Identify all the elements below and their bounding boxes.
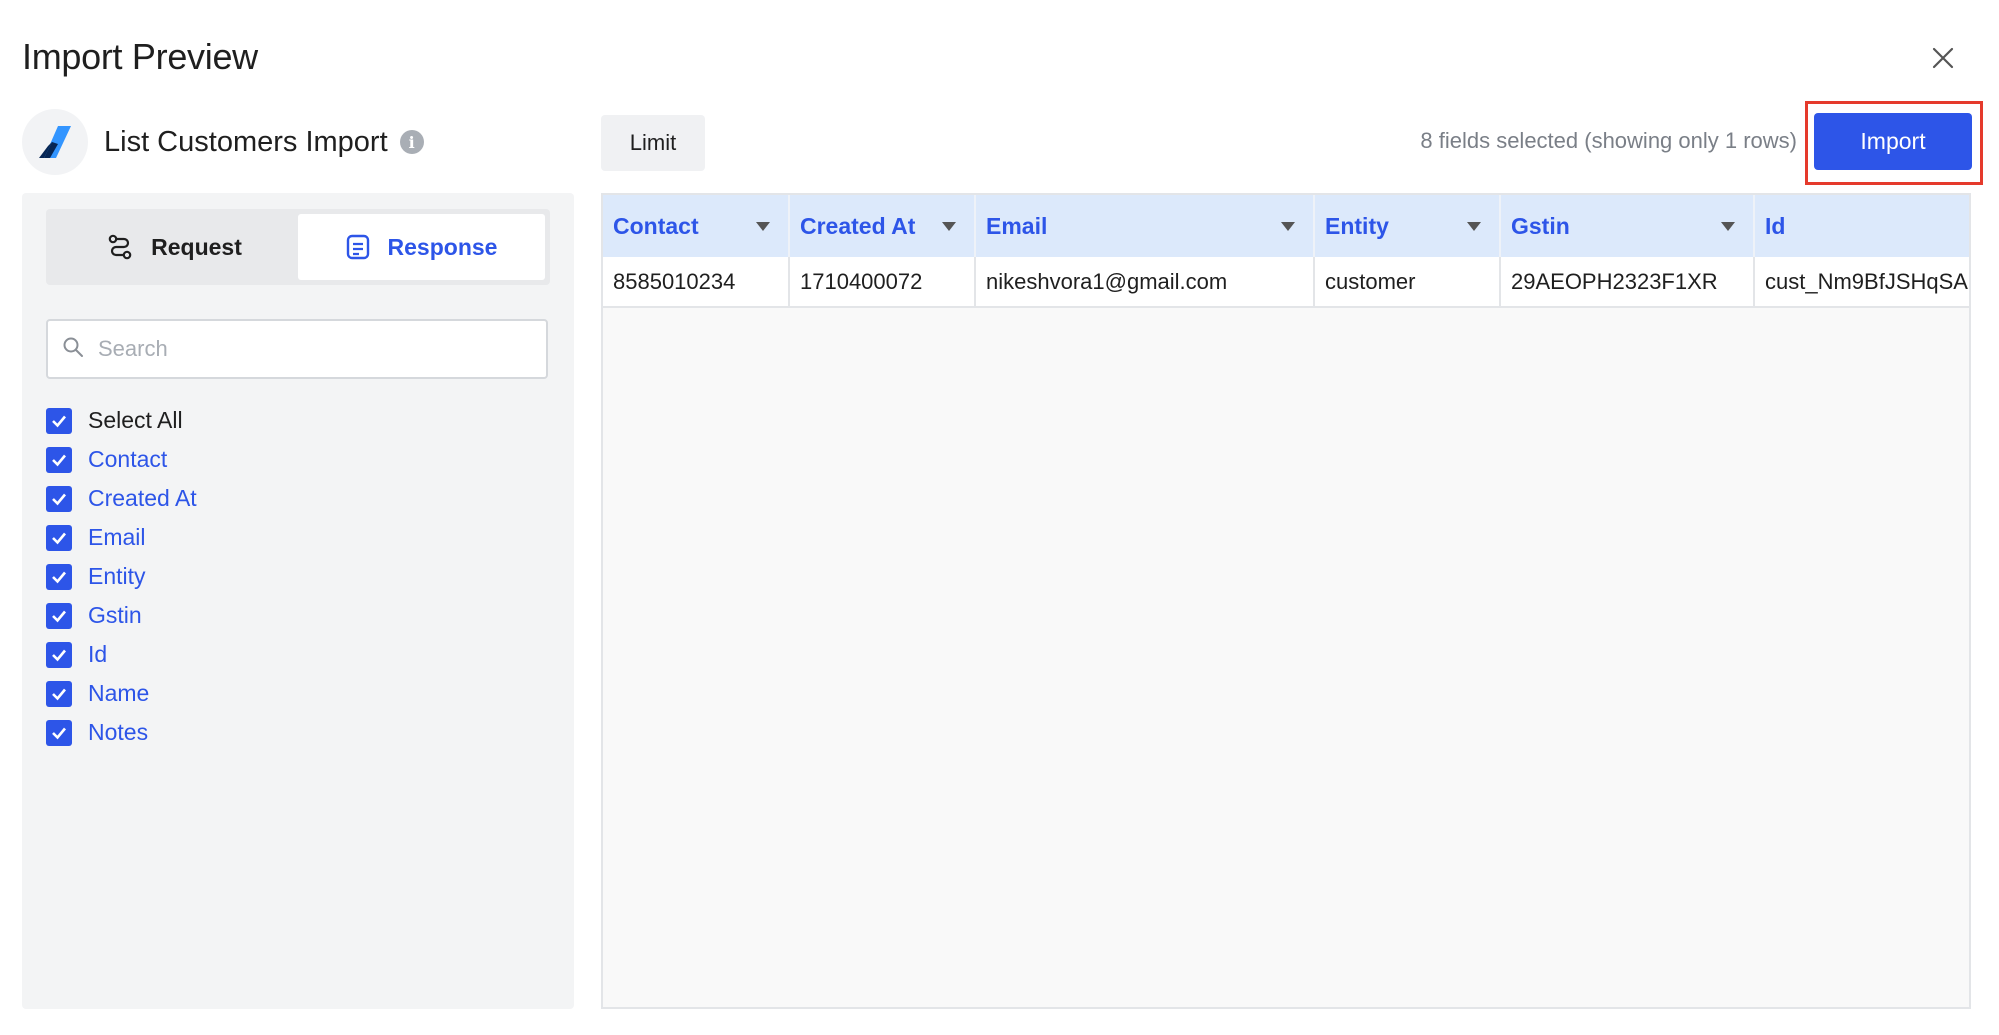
field-item-name[interactable]: Name [46, 674, 197, 713]
selection-info: 8 fields selected (showing only 1 rows) [1420, 128, 1797, 153]
tab-request[interactable]: Request [51, 214, 298, 280]
check-icon [52, 610, 66, 622]
preview-table: Contact Created At Email Entity Gstin Id… [603, 195, 1969, 308]
check-icon [52, 688, 66, 700]
document-icon [346, 234, 370, 260]
column-header-label: Contact [613, 212, 699, 239]
table-cell: customer [1314, 257, 1501, 308]
sort-caret-icon[interactable] [756, 221, 770, 231]
check-icon [52, 571, 66, 583]
search-icon [62, 336, 84, 363]
column-header-label: Id [1765, 212, 1786, 239]
source-name: List Customers Import [104, 125, 388, 158]
search-box [46, 319, 548, 379]
column-header-contact[interactable]: Contact [603, 195, 790, 257]
field-panel: Request Response Select All Contact Crea… [22, 193, 574, 1009]
field-item-email[interactable]: Email [46, 518, 197, 557]
column-header-gstin[interactable]: Gstin [1500, 195, 1755, 257]
check-icon [52, 532, 66, 544]
field-item-contact[interactable]: Contact [46, 440, 197, 479]
table-cell: cust_Nm9BfJSHqSA [1754, 257, 1969, 308]
field-label: Id [88, 641, 108, 667]
sort-caret-icon[interactable] [942, 221, 956, 231]
table-cell: 1710400072 [789, 257, 976, 308]
field-checkbox[interactable] [46, 446, 72, 473]
sort-caret-icon[interactable] [1281, 221, 1295, 231]
column-header-id[interactable]: Id [1754, 195, 1969, 257]
table-header-row: Contact Created At Email Entity Gstin Id [603, 195, 1969, 257]
close-icon [1932, 47, 1954, 69]
tab-response-label: Response [387, 233, 498, 260]
check-icon [52, 415, 66, 427]
field-item-gstin[interactable]: Gstin [46, 596, 197, 635]
dialog-title: Import Preview [22, 36, 258, 77]
check-icon [52, 454, 66, 466]
sort-caret-icon[interactable] [1721, 221, 1735, 231]
field-label: Gstin [88, 602, 142, 628]
column-header-label: Gstin [1511, 212, 1570, 239]
close-button[interactable] [1925, 40, 1961, 76]
tab-request-label: Request [151, 233, 242, 260]
column-header-label: Entity [1325, 212, 1389, 239]
search-input[interactable] [98, 336, 518, 362]
tab-response[interactable]: Response [298, 214, 545, 280]
field-label: Name [88, 680, 150, 706]
field-item-created-at[interactable]: Created At [46, 479, 197, 518]
field-checkbox[interactable] [46, 563, 72, 590]
field-list: Select All Contact Created At Email Enti… [46, 401, 197, 752]
route-icon [107, 234, 133, 260]
preview-table-container[interactable]: Contact Created At Email Entity Gstin Id… [601, 193, 1971, 1009]
field-label: Email [88, 524, 146, 550]
info-icon[interactable]: i [399, 130, 424, 154]
field-checkbox[interactable] [46, 680, 72, 707]
column-header-label: Created At [800, 212, 916, 239]
select-all-checkbox[interactable] [46, 407, 72, 434]
field-checkbox[interactable] [46, 719, 72, 746]
select-all-label: Select All [88, 407, 183, 433]
column-header-label: Email [986, 212, 1048, 239]
import-button[interactable]: Import [1814, 113, 1972, 170]
check-icon [52, 649, 66, 661]
table-cell: 29AEOPH2323F1XR [1500, 257, 1755, 308]
field-checkbox[interactable] [46, 641, 72, 668]
column-header-email[interactable]: Email [975, 195, 1315, 257]
field-checkbox[interactable] [46, 524, 72, 551]
field-item-notes[interactable]: Notes [46, 713, 197, 752]
table-cell: nikeshvora1@gmail.com [975, 257, 1315, 308]
field-item-entity[interactable]: Entity [46, 557, 197, 596]
field-item-id[interactable]: Id [46, 635, 197, 674]
column-header-created-at[interactable]: Created At [789, 195, 976, 257]
razorpay-logo [22, 109, 88, 175]
sort-caret-icon[interactable] [1467, 221, 1481, 231]
check-icon [52, 493, 66, 505]
field-label: Contact [88, 446, 168, 472]
table-row: 8585010234 1710400072 nikeshvora1@gmail.… [603, 257, 1969, 308]
field-checkbox[interactable] [46, 485, 72, 512]
column-header-entity[interactable]: Entity [1314, 195, 1501, 257]
field-label: Created At [88, 485, 197, 511]
field-checkbox[interactable] [46, 602, 72, 629]
check-icon [52, 727, 66, 739]
request-response-toggle: Request Response [46, 209, 550, 285]
source-header: List Customers Import i [22, 108, 424, 176]
field-label: Entity [88, 563, 146, 589]
select-all-item[interactable]: Select All [46, 401, 197, 440]
field-label: Notes [88, 719, 149, 745]
table-cell: 8585010234 [603, 257, 790, 308]
limit-button[interactable]: Limit [601, 115, 705, 171]
